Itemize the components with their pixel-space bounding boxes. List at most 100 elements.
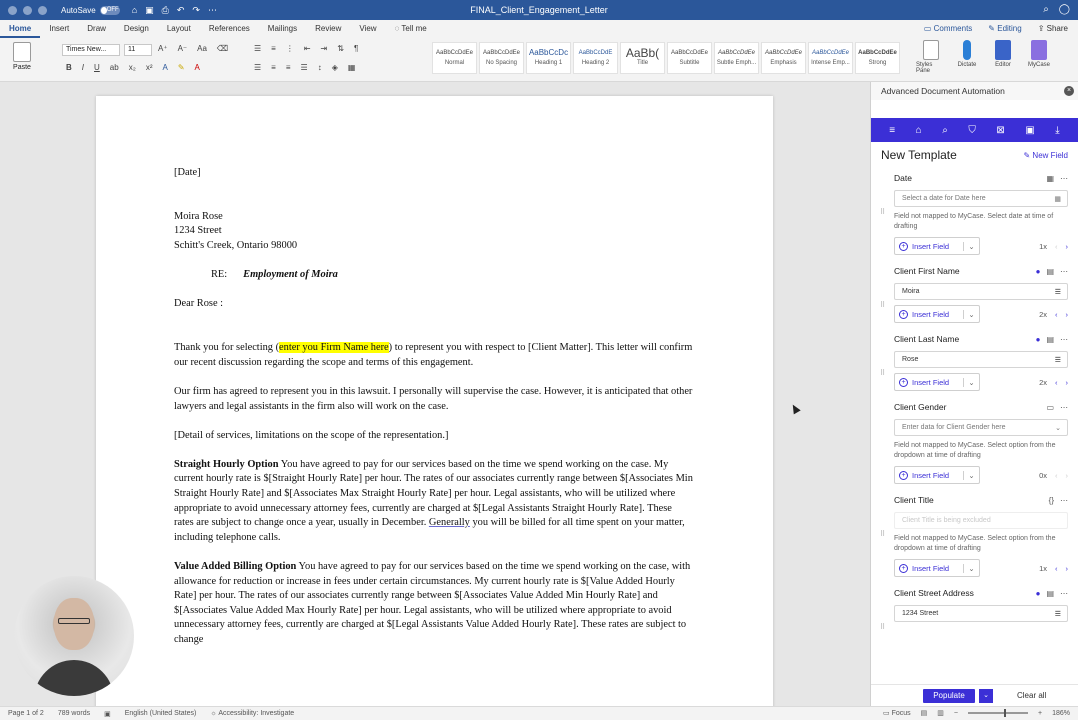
autosave-toggle[interactable]: OFF xyxy=(99,5,120,15)
more-icon[interactable]: ⋯ xyxy=(208,5,217,16)
prev-icon[interactable]: ‹ xyxy=(1055,378,1058,387)
editing-button[interactable]: ✎ Editing xyxy=(984,22,1025,35)
underline-icon[interactable]: U xyxy=(94,63,100,72)
more-icon[interactable]: ⋯ xyxy=(1060,496,1068,505)
style-subtitle[interactable]: AaBbCcDdEe Subtitle xyxy=(667,42,712,74)
filter-icon[interactable]: ⛉ xyxy=(968,125,976,136)
font-color-icon[interactable]: A xyxy=(195,63,200,72)
tab-mailings[interactable]: Mailings xyxy=(259,20,306,38)
change-case-icon[interactable]: Aa xyxy=(197,44,207,53)
redo-icon[interactable]: ↷ xyxy=(192,5,200,16)
new-field-button[interactable]: ✎ New Field xyxy=(1023,151,1068,160)
share-button[interactable]: ⇪ Share xyxy=(1034,22,1072,35)
proofing-icon[interactable]: ▣ xyxy=(104,710,111,718)
list-icon[interactable]: ☰ xyxy=(1055,288,1061,296)
chevron-down-icon[interactable]: ⌄ xyxy=(963,241,979,251)
drag-handle-icon[interactable]: ⠿ xyxy=(880,301,885,309)
window-controls[interactable] xyxy=(8,5,47,15)
drag-handle-icon[interactable]: ⠿ xyxy=(880,208,885,216)
document-canvas[interactable]: [Date] Moira Rose 1234 Street Schitt's C… xyxy=(0,82,870,706)
shrink-font-icon[interactable]: A⁻ xyxy=(178,44,188,53)
mycase-button[interactable]: MyCase xyxy=(1024,40,1054,68)
shading-icon[interactable]: ◈ xyxy=(332,63,338,72)
numbering-icon[interactable]: ≡ xyxy=(271,44,276,53)
tab-home[interactable]: Home xyxy=(0,20,41,38)
insert-field-button[interactable]: + Insert Field ⌄ xyxy=(894,373,980,391)
search-icon[interactable]: ⌕ xyxy=(942,125,948,136)
zoom-in-icon[interactable]: + xyxy=(1038,710,1042,717)
minimize-window-button[interactable] xyxy=(23,5,32,15)
show-marks-icon[interactable]: ¶ xyxy=(354,44,358,53)
prev-icon[interactable]: ‹ xyxy=(1055,471,1058,480)
sort-icon[interactable]: ⇅ xyxy=(337,44,344,53)
insert-field-button[interactable]: + Insert Field ⌄ xyxy=(894,559,980,577)
save-icon[interactable]: ▣ xyxy=(1025,125,1034,136)
insert-field-button[interactable]: + Insert Field ⌄ xyxy=(894,237,980,255)
more-icon[interactable]: ⋯ xyxy=(1060,174,1068,183)
tab-design[interactable]: Design xyxy=(115,20,158,38)
strikethrough-icon[interactable]: ab xyxy=(110,63,119,72)
list-icon[interactable]: ☰ xyxy=(1055,610,1061,618)
tab-tell-me[interactable]: ◌ Tell me xyxy=(386,20,436,38)
populate-button[interactable]: Populate xyxy=(923,688,975,703)
search-icon[interactable]: ⌕ xyxy=(1043,4,1049,15)
next-icon[interactable]: › xyxy=(1066,378,1069,387)
chevron-down-icon[interactable]: ⌄ xyxy=(963,377,979,387)
font-size-select[interactable]: 11 xyxy=(124,44,152,56)
drag-handle-icon[interactable]: ⠿ xyxy=(880,369,885,377)
undo-icon[interactable]: ↶ xyxy=(177,5,185,16)
save-icon[interactable]: ▣ xyxy=(145,5,154,16)
style-subtle-emphasis[interactable]: AaBbCcDdEe Subtle Emph... xyxy=(714,42,759,74)
chevron-down-icon[interactable]: ⌄ xyxy=(963,309,979,319)
filter-clear-icon[interactable]: ⊠ xyxy=(996,125,1004,136)
justify-icon[interactable]: ☰ xyxy=(301,63,308,72)
styles-pane-button[interactable]: Styles Pane xyxy=(916,40,946,74)
increase-indent-icon[interactable]: ⇥ xyxy=(321,44,328,53)
maximize-window-button[interactable] xyxy=(38,5,47,15)
more-icon[interactable]: ⋯ xyxy=(1060,589,1068,598)
paste-button[interactable]: Paste xyxy=(8,42,36,71)
grow-font-icon[interactable]: A⁺ xyxy=(158,44,168,53)
document-page[interactable]: [Date] Moira Rose 1234 Street Schitt's C… xyxy=(96,96,773,706)
insert-field-button[interactable]: + Insert Field ⌄ xyxy=(894,466,980,484)
editor-button[interactable]: Editor xyxy=(988,40,1018,68)
gender-select[interactable]: Enter data for Client Gender here ⌄ xyxy=(894,419,1068,436)
text-effects-icon[interactable]: A xyxy=(162,63,167,72)
borders-icon[interactable]: ▦ xyxy=(348,63,356,72)
clear-format-icon[interactable]: ⌫ xyxy=(217,44,228,53)
chevron-down-icon[interactable]: ⌄ xyxy=(979,688,993,703)
style-heading-1[interactable]: AaBbCcDc Heading 1 xyxy=(526,42,571,74)
prev-icon[interactable]: ‹ xyxy=(1055,310,1058,319)
focus-button[interactable]: ▭ Focus xyxy=(883,709,911,717)
superscript-icon[interactable]: x² xyxy=(146,63,153,72)
calendar-icon[interactable]: ▦ xyxy=(1054,195,1061,203)
style-emphasis[interactable]: AaBbCcDdEe Emphasis xyxy=(761,42,806,74)
next-icon[interactable]: › xyxy=(1066,471,1069,480)
font-name-select[interactable]: Times New... xyxy=(62,44,120,56)
line-spacing-icon[interactable]: ↕ xyxy=(318,63,322,72)
chevron-down-icon[interactable]: ⌄ xyxy=(963,470,979,480)
multilevel-list-icon[interactable]: ⋮ xyxy=(286,44,294,53)
more-icon[interactable]: ⋯ xyxy=(1060,335,1068,344)
next-icon[interactable]: › xyxy=(1066,310,1069,319)
align-right-icon[interactable]: ≡ xyxy=(286,63,291,72)
subscript-icon[interactable]: x₂ xyxy=(129,63,136,72)
menu-icon[interactable]: ≡ xyxy=(889,125,895,136)
dictate-button[interactable]: Dictate xyxy=(952,40,982,68)
page-indicator[interactable]: Page 1 of 2 xyxy=(8,710,44,717)
close-window-button[interactable] xyxy=(8,5,17,15)
drag-handle-icon[interactable]: ⠿ xyxy=(880,530,885,538)
align-left-icon[interactable]: ☰ xyxy=(254,63,261,72)
comments-button[interactable]: ▭ Comments xyxy=(920,22,976,35)
tab-view[interactable]: View xyxy=(350,20,385,38)
tab-draw[interactable]: Draw xyxy=(78,20,115,38)
clear-all-button[interactable]: Clear all xyxy=(1017,691,1046,700)
first-name-input[interactable]: Moira ☰ xyxy=(894,283,1068,300)
document-body[interactable]: [Date] Moira Rose 1234 Street Schitt's C… xyxy=(174,166,694,648)
style-title[interactable]: AaBb(Title xyxy=(620,42,665,74)
bullets-icon[interactable]: ☰ xyxy=(254,44,261,53)
drag-handle-icon[interactable]: ⠿ xyxy=(880,623,885,631)
bold-icon[interactable]: B xyxy=(66,63,72,72)
style-heading-2[interactable]: AaBbCcDdE Heading 2 xyxy=(573,42,618,74)
more-icon[interactable]: ⋯ xyxy=(1060,267,1068,276)
